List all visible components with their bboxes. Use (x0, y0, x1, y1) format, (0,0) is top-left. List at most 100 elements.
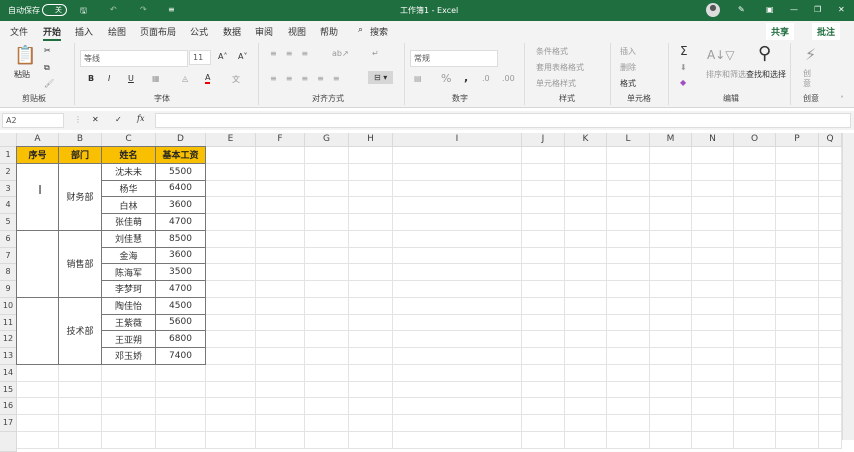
column-header[interactable]: H (349, 133, 393, 147)
cell[interactable] (256, 398, 305, 415)
border-icon[interactable]: ▦ (152, 74, 160, 83)
cell[interactable] (734, 331, 776, 348)
row-header[interactable]: 10 (0, 297, 17, 315)
cell[interactable] (156, 381, 206, 399)
decrease-font-icon[interactable]: A˅ (238, 52, 247, 61)
cell[interactable] (102, 381, 156, 399)
cell[interactable] (734, 180, 776, 198)
cell[interactable] (17, 415, 59, 432)
tab-page-layout[interactable]: 页面布局 (140, 25, 176, 38)
row-header[interactable]: 6 (0, 230, 17, 248)
cell[interactable] (522, 431, 565, 449)
column-header[interactable]: C (102, 133, 156, 147)
cell[interactable] (607, 180, 650, 198)
cell[interactable] (607, 398, 650, 415)
cell[interactable] (156, 398, 206, 415)
cell[interactable] (776, 331, 819, 348)
cell[interactable] (650, 381, 692, 399)
cell[interactable] (650, 431, 692, 449)
italic-button[interactable]: I (108, 74, 110, 83)
cell[interactable] (305, 264, 349, 281)
cell[interactable] (59, 431, 102, 449)
cell[interactable] (522, 398, 565, 415)
cell[interactable] (607, 331, 650, 348)
cell[interactable] (607, 264, 650, 281)
cell[interactable] (522, 314, 565, 332)
header-cell[interactable]: 部门 (58, 146, 102, 164)
cell[interactable] (256, 264, 305, 281)
cell[interactable] (692, 314, 734, 332)
cell[interactable] (522, 264, 565, 281)
name-cell[interactable]: 王紫薇 (101, 313, 156, 332)
cell[interactable] (776, 431, 819, 449)
cell[interactable] (650, 398, 692, 415)
paste-button[interactable]: 粘贴 (14, 69, 30, 80)
salary-cell[interactable]: 4700 (155, 213, 206, 231)
cell[interactable] (393, 281, 522, 298)
cell[interactable] (206, 398, 256, 415)
cell[interactable] (206, 180, 256, 198)
format-as-table-button[interactable]: 套用表格格式 (536, 62, 584, 73)
cell[interactable] (305, 180, 349, 198)
cell[interactable] (819, 147, 842, 164)
row-header[interactable]: 13 (0, 348, 17, 365)
ideas-icon[interactable]: ⚡ (805, 45, 816, 64)
cell[interactable] (522, 247, 565, 265)
cell[interactable] (819, 197, 842, 214)
cell[interactable] (349, 214, 393, 231)
accounting-icon[interactable]: ▤ (414, 74, 422, 83)
name-cell[interactable]: 陶佳怡 (101, 296, 156, 315)
row-header[interactable]: 7 (0, 247, 17, 265)
merge-center-button[interactable]: ⊟ ▾ (368, 71, 394, 84)
cell[interactable] (393, 331, 522, 348)
fill-icon[interactable]: ⬇ (680, 63, 687, 72)
conditional-format-button[interactable]: 条件格式 (536, 46, 568, 57)
cell[interactable] (393, 381, 522, 399)
name-cell[interactable]: 陈海军 (101, 263, 156, 281)
tab-formulas[interactable]: 公式 (190, 25, 208, 38)
name-cell[interactable]: 王亚朔 (101, 330, 156, 348)
cell[interactable] (393, 264, 522, 281)
row-header[interactable]: 1 (0, 147, 17, 164)
cell[interactable] (305, 381, 349, 399)
select-all-button[interactable] (0, 133, 17, 147)
cell[interactable] (776, 398, 819, 415)
cell[interactable] (565, 180, 607, 198)
cell[interactable] (565, 364, 607, 382)
share-button[interactable]: 共享 (766, 23, 795, 40)
customize-icon[interactable]: ≡ (168, 5, 175, 14)
cell[interactable] (819, 247, 842, 265)
cell[interactable] (349, 230, 393, 248)
account-avatar[interactable]: ● (706, 3, 720, 17)
cell[interactable] (607, 247, 650, 265)
cell[interactable] (156, 364, 206, 382)
enter-icon[interactable]: ✓ (115, 115, 122, 124)
copy-icon[interactable]: ⧉ (44, 63, 50, 73)
ideas-button[interactable]: 创意 (803, 69, 813, 89)
restore-icon[interactable]: ❐ (814, 5, 821, 14)
header-cell[interactable]: 姓名 (101, 146, 156, 164)
minimize-icon[interactable]: — (790, 5, 798, 14)
cell[interactable] (393, 230, 522, 248)
cell[interactable] (607, 147, 650, 164)
name-cell[interactable]: 张佳萌 (101, 213, 156, 231)
cell[interactable] (206, 163, 256, 181)
cell[interactable] (206, 247, 256, 265)
cell[interactable] (349, 348, 393, 365)
cell[interactable] (522, 364, 565, 382)
row-header[interactable]: 15 (0, 381, 17, 399)
cell[interactable] (256, 147, 305, 164)
cell[interactable] (256, 331, 305, 348)
salary-cell[interactable]: 5500 (155, 162, 206, 181)
cell[interactable] (156, 431, 206, 449)
salary-cell[interactable]: 6400 (155, 179, 206, 198)
collapse-ribbon-icon[interactable]: ˄ (840, 95, 844, 104)
cell[interactable] (256, 348, 305, 365)
cell[interactable] (393, 180, 522, 198)
percent-button[interactable]: % (441, 72, 451, 85)
cell[interactable] (692, 281, 734, 298)
cell[interactable] (776, 180, 819, 198)
tab-insert[interactable]: 插入 (75, 25, 93, 38)
cell[interactable] (776, 197, 819, 214)
find-icon[interactable]: ⚲ (758, 43, 771, 64)
